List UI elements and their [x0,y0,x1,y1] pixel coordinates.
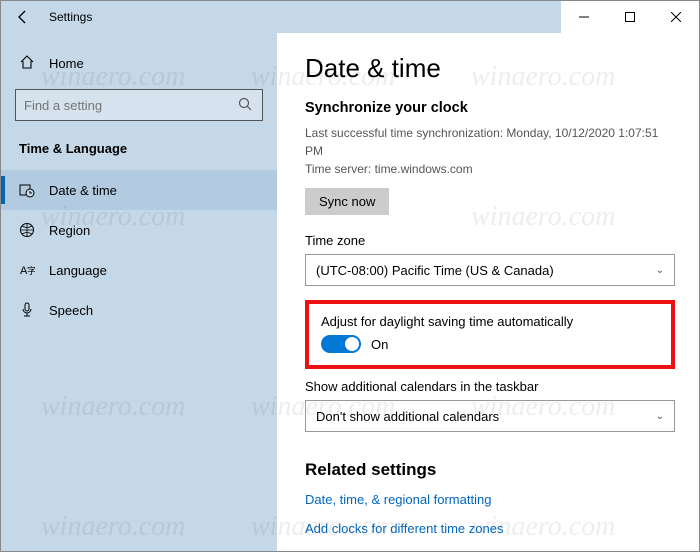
home-nav[interactable]: Home [1,45,277,81]
category-header: Time & Language [1,131,277,170]
page-title: Date & time [305,53,675,84]
sync-now-button[interactable]: Sync now [305,188,389,215]
close-icon [671,12,681,22]
minimize-icon [579,12,589,22]
additional-calendars-dropdown[interactable]: Don't show additional calendars ⌄ [305,400,675,432]
calendar-clock-icon [19,182,35,198]
related-link-clocks[interactable]: Add clocks for different time zones [305,521,675,536]
sidebar-item-speech[interactable]: Speech [1,290,277,330]
home-label: Home [49,56,84,71]
back-button[interactable] [1,1,45,33]
sidebar-item-label: Speech [49,303,93,318]
sidebar-item-label: Date & time [49,183,117,198]
language-icon: A字 [19,262,35,278]
minimize-button[interactable] [561,1,607,33]
home-icon [19,54,35,73]
dst-toggle[interactable] [321,335,361,353]
main-panel: Date & time Synchronize your clock Last … [277,33,699,551]
microphone-icon [19,302,35,318]
sidebar-item-label: Region [49,223,90,238]
globe-icon [19,222,35,238]
search-box[interactable] [15,89,263,121]
additional-calendars-value: Don't show additional calendars [316,409,499,424]
sync-header: Synchronize your clock [305,100,675,116]
chevron-down-icon: ⌄ [656,411,664,422]
arrow-left-icon [15,9,31,25]
sidebar-item-region[interactable]: Region [1,210,277,250]
search-input[interactable] [24,98,238,113]
search-icon [238,97,254,113]
related-link-formatting[interactable]: Date, time, & regional formatting [305,492,675,507]
svg-text:字: 字 [27,265,35,276]
timezone-dropdown[interactable]: (UTC-08:00) Pacific Time (US & Canada) ⌄ [305,254,675,286]
chevron-down-icon: ⌄ [656,265,664,276]
maximize-icon [625,12,635,22]
timezone-value: (UTC-08:00) Pacific Time (US & Canada) [316,263,554,278]
additional-calendars-label: Show additional calendars in the taskbar [305,379,675,394]
sidebar-item-label: Language [49,263,107,278]
timezone-label: Time zone [305,233,675,248]
dst-label: Adjust for daylight saving time automati… [321,314,659,329]
dst-state: On [371,337,388,352]
maximize-button[interactable] [607,1,653,33]
sync-last-line: Last successful time synchronization: Mo… [305,124,675,160]
titlebar: Settings [1,1,699,33]
close-button[interactable] [653,1,699,33]
sidebar: Home Time & Language Date & time Region … [1,33,277,551]
sync-server-line: Time server: time.windows.com [305,160,675,178]
window-title: Settings [45,10,92,24]
dst-highlight: Adjust for daylight saving time automati… [305,300,675,369]
related-header: Related settings [305,460,675,480]
sidebar-item-language[interactable]: A字 Language [1,250,277,290]
sidebar-item-date-time[interactable]: Date & time [1,170,277,210]
